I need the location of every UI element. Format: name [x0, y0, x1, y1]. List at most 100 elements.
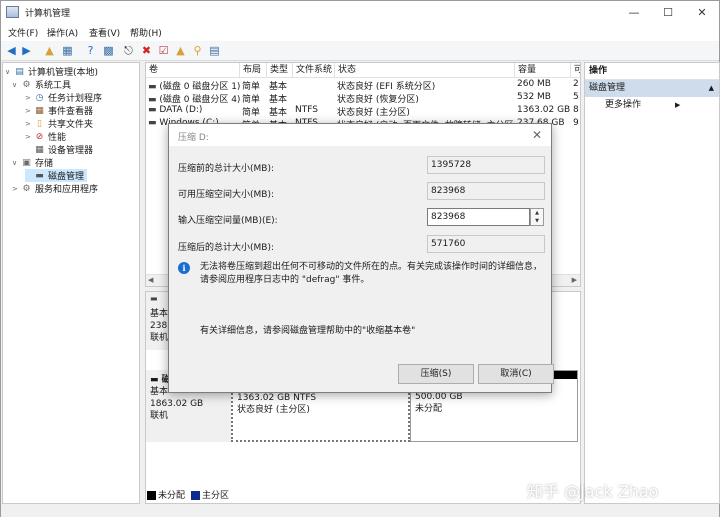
shrink-amount-spinner[interactable]: ▲ ▼ [530, 208, 544, 226]
shared-folder-icon: ▯ [37, 118, 42, 129]
volume-icon: ▬ [148, 105, 157, 115]
connect-icon[interactable]: ⎋ [122, 44, 135, 57]
chevron-right-icon[interactable]: > [25, 120, 34, 128]
tools-icon: ⚙ [22, 79, 31, 90]
actions-section-disk-management[interactable]: 磁盘管理 ▲ [585, 80, 719, 97]
chevron-down-icon[interactable]: ∨ [12, 159, 21, 167]
tree-node-device-manager[interactable]: ▦ 设备管理器 [25, 143, 93, 157]
tree-node-disk-management[interactable]: ▬ 磁盘管理 [25, 169, 88, 182]
delete-icon[interactable]: ✖ [140, 44, 153, 57]
chevron-right-icon[interactable]: > [25, 107, 34, 115]
disk-management-icon: ▬ [35, 170, 44, 181]
cell-capacity: 260 MB [517, 79, 551, 89]
table-row[interactable]: ▬ (磁盘 0 磁盘分区 1) 简单 基本 状态良好 (EFI 系统分区) 26… [146, 79, 580, 92]
legend-unallocated-label: 未分配 [158, 490, 186, 501]
cell-filesystem: NTFS [295, 105, 318, 115]
show-hide-tree-icon[interactable]: ▦ [61, 44, 74, 57]
column-header-capacity[interactable]: 容量 [515, 63, 571, 78]
tree-label: 计算机管理(本地) [28, 68, 99, 78]
actions-pane: 操作 磁盘管理 ▲ 更多操作 ▶ [584, 62, 720, 504]
cancel-button[interactable]: 取消(C) [478, 364, 554, 384]
menu-action[interactable]: 操作(A) [47, 26, 78, 39]
tree-label: 磁盘管理 [48, 172, 85, 182]
partition-d-size: 1363.02 GB NTFS [237, 393, 317, 403]
cell-free: 5 [573, 92, 579, 102]
menu-help[interactable]: 帮助(H) [130, 26, 162, 39]
search-icon[interactable]: ⚲ [191, 44, 204, 57]
available-label: 可用压缩空间大小(MB): [178, 190, 274, 200]
open-icon[interactable]: ▲ [174, 44, 187, 57]
console-icon[interactable]: ▩ [102, 44, 115, 57]
cell-capacity: 1363.02 GB [517, 105, 571, 115]
tree-label: 事件查看器 [48, 107, 94, 117]
column-header-layout[interactable]: 布局 [240, 63, 267, 78]
chevron-down-icon[interactable]: ∨ [12, 81, 21, 89]
column-header-type[interactable]: 类型 [267, 63, 293, 78]
disk1-status: 联机 [150, 411, 169, 421]
total-after-label: 压缩后的总计大小(MB): [178, 243, 274, 253]
column-header-filesystem[interactable]: 文件系统 [293, 63, 335, 78]
forward-arrow-icon[interactable]: ▶ [20, 44, 33, 57]
help-icon[interactable]: ? [84, 44, 97, 57]
tree-node-shared-folders[interactable]: > ▯ 共享文件夹 [25, 117, 94, 131]
volume-name: (磁盘 0 磁盘分区 1) [159, 82, 240, 92]
tree-label: 任务计划程序 [48, 94, 103, 104]
tree-node-storage[interactable]: ∨ ▣ 存储 [12, 156, 53, 170]
legend-unallocated: 未分配 [147, 488, 185, 501]
tree-label: 共享文件夹 [48, 120, 94, 130]
spin-up-icon[interactable]: ▲ [531, 209, 543, 217]
close-button[interactable]: ✕ [685, 1, 719, 24]
menu-view[interactable]: 查看(V) [89, 26, 120, 39]
tree-node-computer-management[interactable]: ∨ ▤ 计算机管理(本地) [5, 65, 99, 79]
chevron-down-icon[interactable]: ∨ [5, 68, 14, 76]
event-viewer-icon: ▦ [35, 105, 44, 116]
chevron-right-icon[interactable]: > [12, 185, 21, 193]
cell-type: 基本 [269, 82, 288, 92]
tree-node-event-viewer[interactable]: > ▦ 事件查看器 [25, 104, 94, 118]
disk1-kind: 基本 [150, 387, 169, 397]
chevron-right-icon[interactable]: > [25, 94, 34, 102]
back-arrow-icon[interactable]: ◀ [5, 44, 18, 57]
legend-primary: 主分区 [191, 488, 229, 501]
tree-label: 系统工具 [35, 81, 72, 91]
shrink-button[interactable]: 压缩(S) [398, 364, 474, 384]
total-after-value: 571760 [427, 235, 545, 253]
info-message: 无法将卷压缩到超出任何不可移动的文件所在的点。有关完成该操作时间的详细信息，请参… [200, 262, 543, 285]
spin-down-icon[interactable]: ▼ [531, 217, 543, 225]
minimize-button[interactable]: — [617, 1, 651, 24]
primary-swatch [191, 490, 201, 500]
tree-node-system-tools[interactable]: ∨ ⚙ 系统工具 [12, 78, 72, 92]
properties-icon[interactable]: ☑ [157, 44, 170, 57]
maximize-button[interactable]: ☐ [651, 1, 685, 24]
column-header-status[interactable]: 状态 [335, 63, 515, 78]
cell-volume: ▬ DATA (D:) [148, 105, 240, 115]
column-header-volume[interactable]: 卷 [146, 63, 240, 78]
scroll-left-icon[interactable]: ◀ [148, 276, 153, 284]
tree-node-performance[interactable]: > ⊘ 性能 [25, 130, 66, 144]
collapse-arrow-icon[interactable]: ▲ [709, 80, 714, 97]
table-row[interactable]: ▬ (磁盘 0 磁盘分区 4) 简单 基本 状态良好 (恢复分区) 532 MB… [146, 92, 580, 105]
more-actions-item[interactable]: 更多操作 ▶ [585, 97, 719, 114]
legend-primary-label: 主分区 [202, 490, 230, 501]
cell-type: 基本 [269, 108, 288, 118]
total-before-label: 压缩前的总计大小(MB): [178, 164, 274, 174]
more-info-text: 有关详细信息，请参阅磁盘管理帮助中的"收缩基本卷" [200, 326, 416, 336]
up-folder-icon[interactable]: ▲ [43, 44, 56, 57]
watermark: 知乎 @Jack Zhao [527, 482, 659, 501]
window-title: 计算机管理 [25, 9, 71, 19]
storage-icon: ▣ [22, 157, 31, 168]
tree-node-task-scheduler[interactable]: > ◷ 任务计划程序 [25, 91, 103, 105]
table-row[interactable]: ▬ DATA (D:) 简单 基本 NTFS 状态良好 (主分区) 1363.0… [146, 105, 580, 118]
title-bar: 计算机管理 — ☐ ✕ [1, 1, 719, 24]
chevron-right-icon[interactable]: > [25, 133, 34, 141]
menu-file[interactable]: 文件(F) [8, 26, 38, 39]
tree-node-services-apps[interactable]: > ⚙ 服务和应用程序 [12, 182, 98, 196]
shrink-amount-input[interactable]: 823968 [427, 208, 530, 226]
view-icon[interactable]: ▤ [208, 44, 221, 57]
column-header-free[interactable]: 可 [571, 63, 580, 78]
legend: 未分配 主分区 [145, 485, 581, 503]
dialog-close-icon[interactable]: ✕ [529, 127, 545, 143]
navigation-tree: ∨ ▤ 计算机管理(本地) ∨ ⚙ 系统工具 > ◷ 任务计划程序 > ▦ 事件… [2, 62, 140, 504]
scroll-right-icon[interactable]: ▶ [572, 276, 577, 284]
disk0-kind: 基本 [150, 309, 169, 319]
